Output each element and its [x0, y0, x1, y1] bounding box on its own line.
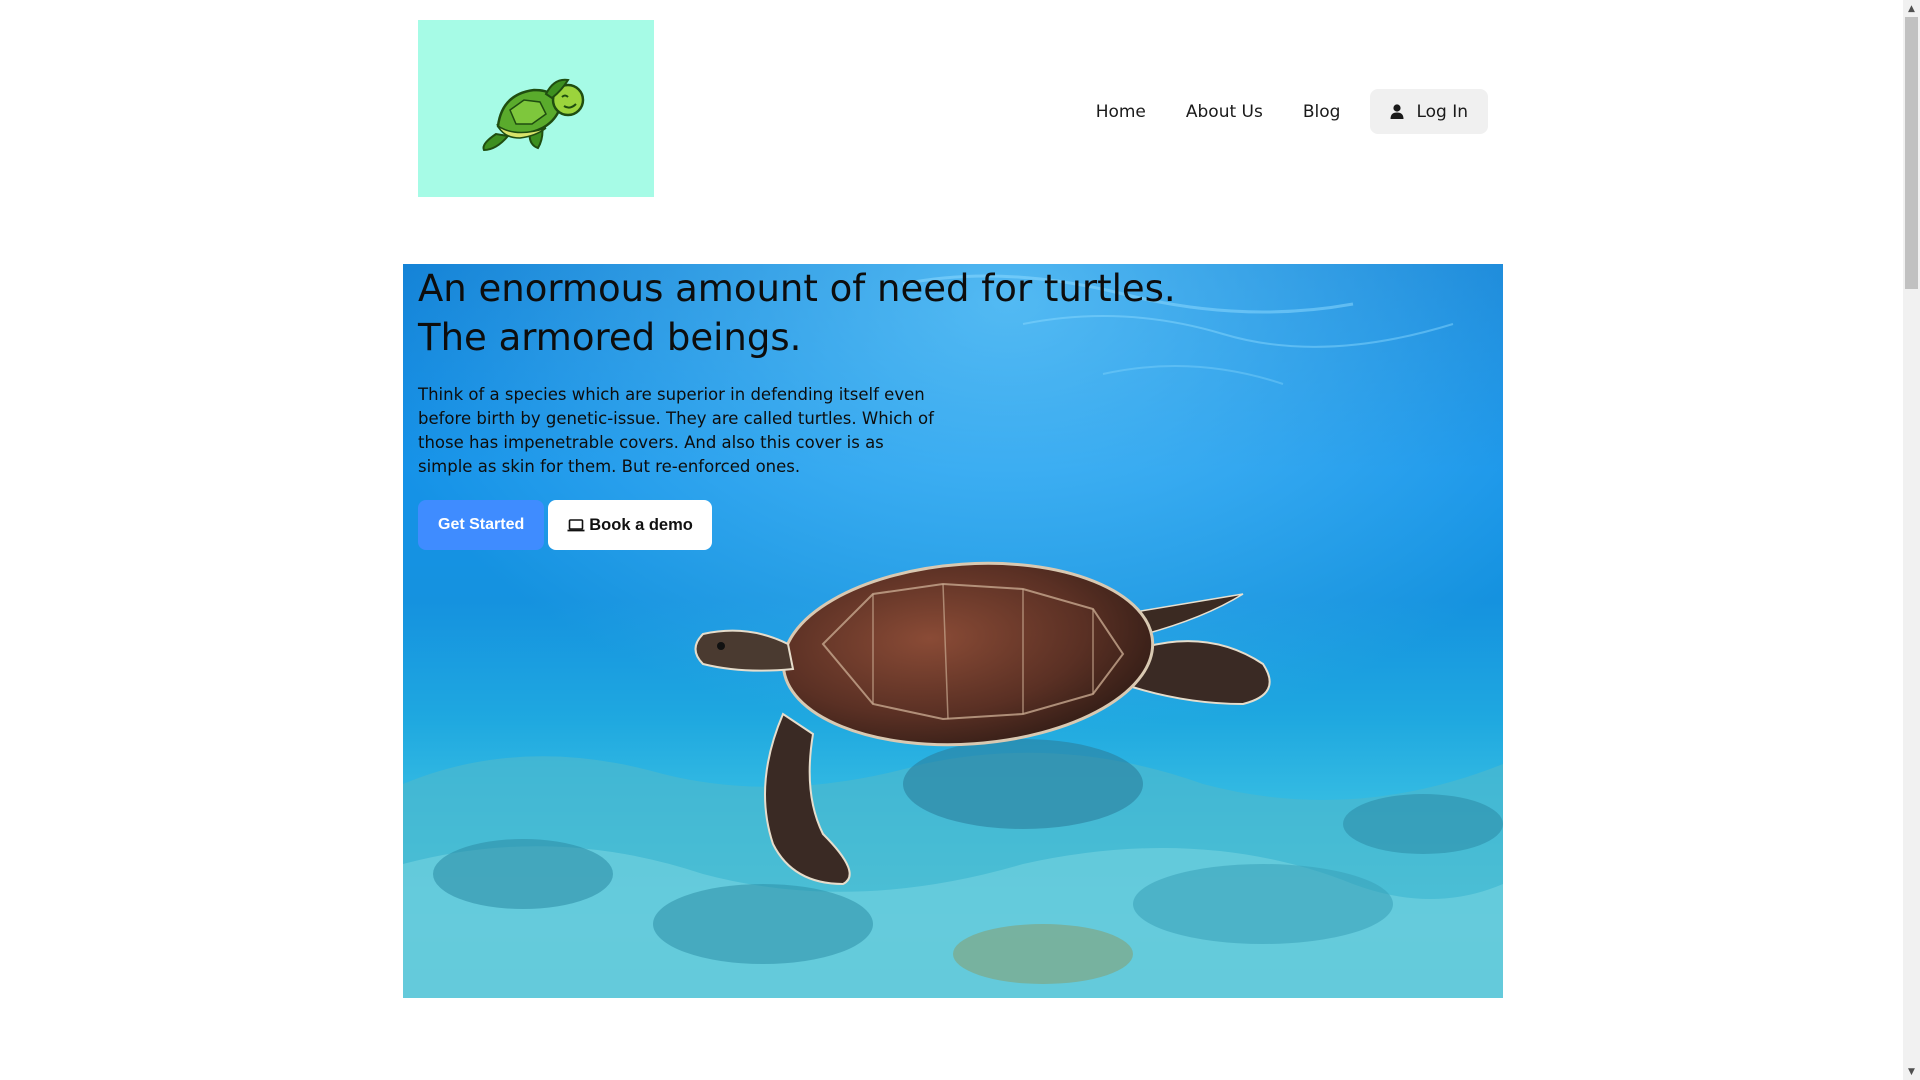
nav-blog[interactable]: Blog — [1303, 102, 1341, 122]
page: Home About Us Blog Log In An enormous am… — [0, 0, 1903, 1080]
laptop-icon — [567, 518, 585, 531]
turtle-logo-icon — [482, 78, 585, 151]
login-button[interactable]: Log In — [1370, 89, 1488, 134]
login-label: Log In — [1416, 101, 1468, 122]
get-started-button[interactable]: Get Started — [418, 500, 545, 550]
logo[interactable] — [418, 20, 654, 197]
hero-title-line-2: The armored beings. — [418, 316, 802, 359]
vertical-scrollbar[interactable]: ▲ ▼ — [1903, 0, 1920, 1080]
hero-description: Think of a species which are superior in… — [418, 385, 934, 476]
scroll-up-icon[interactable]: ▲ — [1903, 0, 1920, 17]
hero-content: An enormous amount of need for turtles. … — [418, 264, 1178, 550]
hero-section: An enormous amount of need for turtles. … — [403, 264, 1503, 998]
nav-about-us[interactable]: About Us — [1186, 102, 1263, 122]
scroll-down-icon[interactable]: ▼ — [1903, 1063, 1920, 1080]
book-demo-button[interactable]: Book a demo — [548, 500, 712, 550]
user-icon — [1390, 104, 1404, 119]
book-demo-label: Book a demo — [589, 515, 693, 534]
main-nav: Home About Us Blog Log In — [1096, 89, 1488, 134]
hero-buttons: Get Started Book a demo — [418, 500, 1178, 550]
hero-title: An enormous amount of need for turtles. … — [418, 264, 1178, 362]
nav-home[interactable]: Home — [1096, 102, 1146, 122]
scrollbar-thumb[interactable] — [1905, 17, 1918, 289]
hero-title-line-1: An enormous amount of need for turtles. — [418, 267, 1176, 310]
